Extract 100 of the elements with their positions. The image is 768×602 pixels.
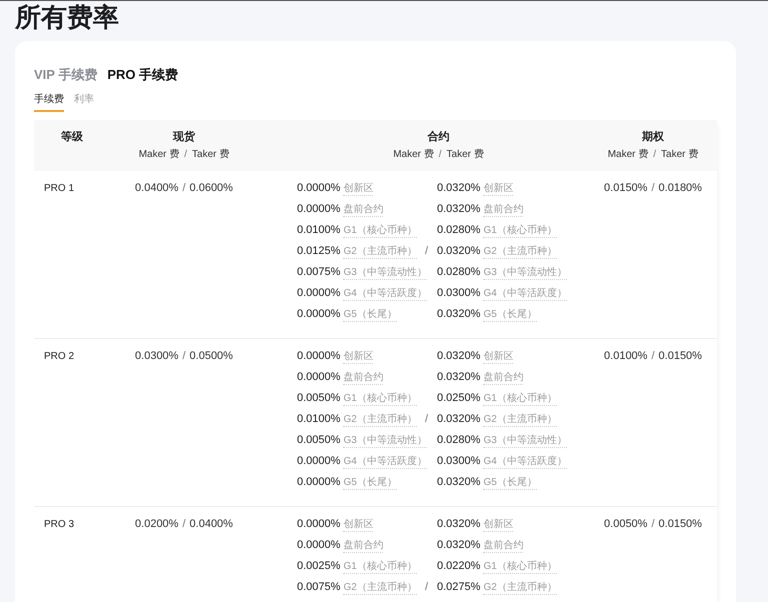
page-title: 所有费率 xyxy=(15,1,120,34)
fee-value: 0.0600% xyxy=(190,182,233,194)
fee-value: 0.0000% xyxy=(297,349,340,364)
fee-value: 0.0320% xyxy=(437,349,480,364)
fee-value: 0.0280% xyxy=(437,223,480,238)
tier-label: G5（长尾） xyxy=(343,308,397,322)
tier-label: 创新区 xyxy=(483,518,514,532)
fee-value: 0.0320% xyxy=(437,475,480,490)
fee-tab[interactable]: PRO 手续费 xyxy=(107,65,178,85)
tier-label: G4（中等活跃度） xyxy=(343,287,427,301)
tier-label: G2（主流币种） xyxy=(343,245,417,259)
column-title: 合约 xyxy=(426,130,450,144)
tier-label: G5（长尾） xyxy=(343,476,397,490)
fee-value: 0.0050% xyxy=(297,433,340,448)
fee-value: 0.0250% xyxy=(437,391,480,406)
separator: / xyxy=(182,350,186,362)
fee-value: 0.0180% xyxy=(658,182,702,194)
column-subtitle: Taker 费 xyxy=(446,149,484,160)
tier-label: G2（主流币种） xyxy=(343,413,417,427)
fee-value: 0.0150% xyxy=(658,518,702,530)
fee-value: 0.0000% xyxy=(297,538,340,553)
column-subtitle: Taker 费 xyxy=(192,149,230,160)
tier-label: G1（核心币种） xyxy=(483,392,557,406)
fee-value: 0.0320% xyxy=(437,307,480,322)
fee-value: 0.0125% xyxy=(297,244,340,259)
tier-label: 盘前合约 xyxy=(343,371,384,385)
sub-tab[interactable]: 手续费 xyxy=(34,93,64,112)
separator: / xyxy=(184,149,188,160)
tier-label: 盘前合约 xyxy=(483,371,524,385)
tier-label: G4（中等活跃度） xyxy=(483,455,567,469)
column-title: 等级 xyxy=(60,130,84,144)
fee-value: 0.0000% xyxy=(297,475,340,490)
separator: / xyxy=(651,350,655,362)
column-title: 期权 xyxy=(641,130,665,144)
level-label: PRO 1 xyxy=(44,183,74,194)
tier-label: G5（长尾） xyxy=(483,476,537,490)
tier-label: G1（核心币种） xyxy=(483,224,557,238)
tier-label: G3（中等流动性） xyxy=(343,266,427,280)
fee-value: 0.0150% xyxy=(658,350,702,362)
column-subtitle: Maker 费 xyxy=(138,149,180,160)
tier-label: G2（主流币种） xyxy=(483,245,557,259)
tier-label: G1（核心币种） xyxy=(483,560,557,574)
fee-value: 0.0320% xyxy=(437,370,480,385)
fee-value: 0.0075% xyxy=(297,265,340,280)
fee-value: 0.0000% xyxy=(297,454,340,469)
column-subtitle: Taker 费 xyxy=(661,149,698,160)
fee-value: 0.0280% xyxy=(437,433,480,448)
separator: / xyxy=(653,149,656,160)
column-subtitle: Maker 费 xyxy=(608,149,648,160)
tier-label: G3（中等流动性） xyxy=(343,434,427,448)
separator: / xyxy=(182,182,186,194)
separator: / xyxy=(651,518,655,530)
fee-value: 0.0000% xyxy=(297,370,340,385)
tier-label: G2（主流币种） xyxy=(343,581,417,595)
fee-value: 0.0400% xyxy=(190,518,233,530)
separator: / xyxy=(438,149,442,160)
tier-label: G5（长尾） xyxy=(483,308,537,322)
tier-label: G3（中等流动性） xyxy=(483,434,567,448)
tier-label: G3（中等流动性） xyxy=(483,266,567,280)
level-label: PRO 2 xyxy=(44,351,74,362)
fee-value: 0.0300% xyxy=(437,454,480,469)
fee-value: 0.0050% xyxy=(604,518,648,530)
separator: / xyxy=(425,245,428,257)
fee-value: 0.0320% xyxy=(437,538,480,553)
fee-value: 0.0320% xyxy=(437,202,480,217)
fee-value: 0.0220% xyxy=(437,559,480,574)
fee-value: 0.0150% xyxy=(604,182,648,194)
separator: / xyxy=(651,182,655,194)
tier-label: G1（核心币种） xyxy=(343,224,417,238)
fee-value: 0.0320% xyxy=(437,244,480,259)
tier-label: 创新区 xyxy=(483,350,514,364)
fee-value: 0.0300% xyxy=(437,286,480,301)
fee-value: 0.0025% xyxy=(297,559,340,574)
column-subtitle: Maker 费 xyxy=(393,149,434,160)
tier-label: 盘前合约 xyxy=(483,203,524,217)
fee-value: 0.0100% xyxy=(297,223,340,238)
fee-value: 0.0075% xyxy=(297,580,340,595)
tier-label: 盘前合约 xyxy=(483,539,524,553)
tier-label: 创新区 xyxy=(343,518,374,532)
tier-label: 创新区 xyxy=(343,182,374,196)
tier-label: 盘前合约 xyxy=(343,203,384,217)
fee-value: 0.0320% xyxy=(437,517,480,532)
fee-value: 0.0280% xyxy=(437,265,480,280)
fee-value: 0.0200% xyxy=(135,518,178,530)
fee-value: 0.0000% xyxy=(297,307,340,322)
tier-label: 盘前合约 xyxy=(343,539,384,553)
fee-value: 0.0100% xyxy=(604,350,648,362)
fee-value: 0.0320% xyxy=(437,181,480,196)
tier-label: 创新区 xyxy=(343,350,374,364)
separator: / xyxy=(182,518,186,530)
fee-value: 0.0000% xyxy=(297,202,340,217)
fee-value: 0.0320% xyxy=(437,412,480,427)
tier-label: G4（中等活跃度） xyxy=(483,287,567,301)
separator: / xyxy=(425,581,428,593)
column-title: 现货 xyxy=(172,130,196,144)
fee-value: 0.0100% xyxy=(297,412,340,427)
fee-value: 0.0275% xyxy=(437,580,480,595)
tier-label: G1（核心币种） xyxy=(343,392,417,406)
fee-value: 0.0500% xyxy=(190,350,233,362)
tier-label: G2（主流币种） xyxy=(483,581,557,595)
